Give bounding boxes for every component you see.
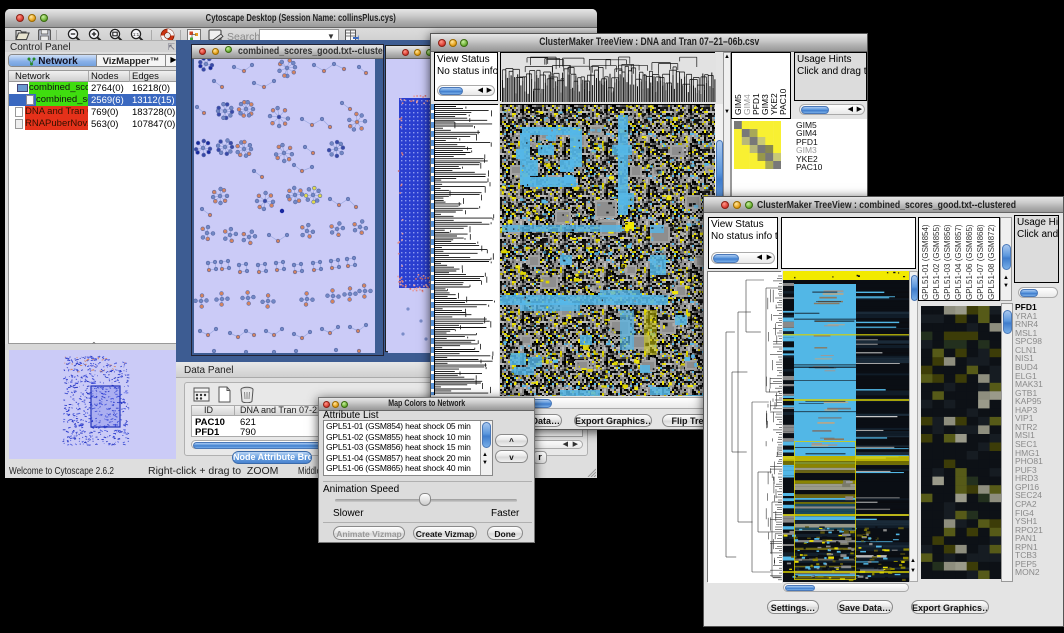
svg-text:1:1: 1:1 — [133, 32, 140, 37]
